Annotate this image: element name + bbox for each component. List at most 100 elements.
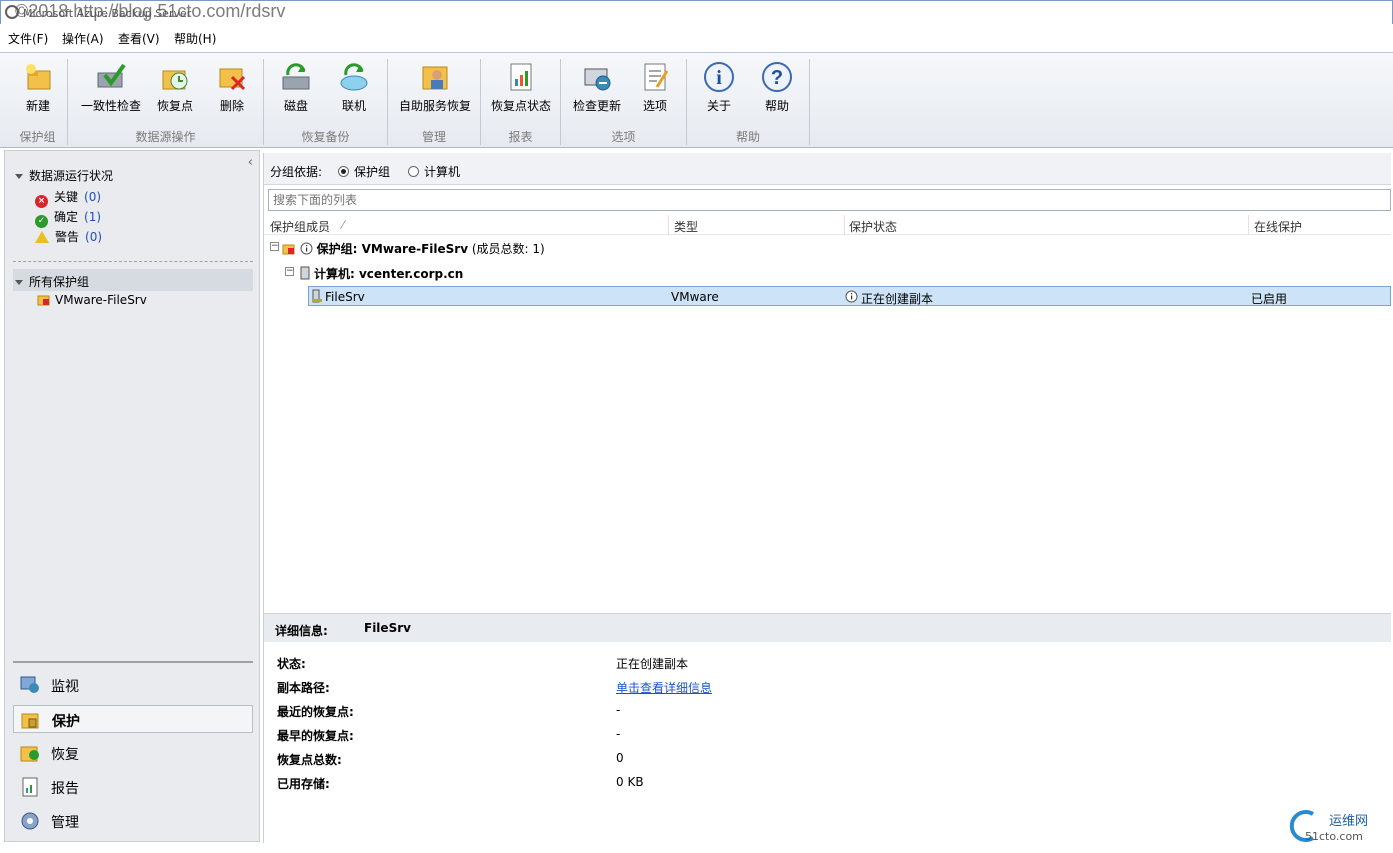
online-button[interactable]: 联机 — [332, 61, 376, 114]
details-title-label: 详细信息: — [275, 624, 328, 638]
online-backup-icon — [338, 61, 370, 93]
main-content: 分组依据: 保护组 计算机 保护组成员 ⁄ 类型 保护状态 在线保护 − 保护组… — [263, 153, 1391, 843]
group-by-bar: 分组依据: 保护组 计算机 — [264, 153, 1391, 185]
ribbon-group-reports: 恢复点状态 报表 — [481, 59, 561, 145]
group-by-protection-group-option[interactable]: 保护组 — [338, 163, 390, 180]
self-service-recovery-button[interactable]: 自助服务恢复 — [396, 61, 474, 114]
detail-total-recovery-points-label: 恢复点总数: — [277, 753, 342, 767]
details-pane: 详细信息: FileSrv 状态: 正在创建副本 副本路径: 单击查看详细信息 … — [264, 613, 1391, 843]
protection-icon — [21, 713, 39, 729]
datasource-health-header[interactable]: 数据源运行状况 — [15, 167, 113, 184]
delete-label: 删除 — [219, 99, 244, 113]
all-groups-row: 所有保护组 — [15, 273, 89, 290]
recovery-icon — [20, 746, 39, 762]
delete-button[interactable]: 删除 — [210, 61, 254, 114]
menu-action[interactable]: 操作(A) — [62, 30, 104, 47]
help-button[interactable]: ? 帮助 — [757, 61, 797, 114]
recovery-point-label: 恢复点 — [156, 99, 193, 113]
disk-button[interactable]: 磁盘 — [274, 61, 318, 114]
new-button[interactable]: 新建 — [12, 61, 64, 114]
detail-replica-path-link[interactable]: 单击查看详细信息 — [616, 679, 712, 696]
computer-row[interactable]: 计算机: vcenter.corp.cn — [300, 265, 463, 282]
nav-reports-label: 报告 — [51, 781, 79, 797]
menu-help[interactable]: 帮助(H) — [174, 30, 216, 47]
menu-view[interactable]: 查看(V) — [118, 30, 160, 47]
member-protection-status: 正在创建副本 — [861, 292, 934, 306]
about-icon: i — [703, 61, 735, 93]
nav-monitor-label: 监视 — [51, 679, 79, 695]
ribbon-group-datasource: 一致性检查 恢复点 删除 数据源操作 — [68, 59, 264, 145]
protection-group-icon — [282, 244, 295, 255]
health-critical-label: 关键 — [54, 190, 79, 204]
nav-recovery[interactable]: 恢复 — [13, 739, 253, 767]
info-icon — [845, 290, 858, 303]
options-label: 选项 — [642, 99, 667, 113]
about-button[interactable]: i 关于 — [699, 61, 739, 114]
protection-group-icon — [37, 295, 50, 306]
ribbon-group-options: 检查更新 选项 选项 — [561, 59, 687, 145]
recovery-point-status-icon — [505, 61, 537, 93]
protection-group-row[interactable]: 保护组: VMware-FileSrv (成员总数: 1) — [282, 240, 545, 257]
title-bar: Microsoft Azure Backup Server ©2018 http… — [0, 0, 1393, 24]
member-row-selected[interactable]: FileSrv VMware 正在创建副本 已启用 — [308, 286, 1391, 306]
nav-reports[interactable]: 报告 — [13, 773, 253, 801]
col-online-protection[interactable]: 在线保护 — [1254, 218, 1302, 235]
site-logo: 运维网 51cto.com — [1287, 806, 1391, 850]
col-type[interactable]: 类型 — [674, 218, 698, 235]
recovery-point-status-button[interactable]: 恢复点状态 — [487, 61, 555, 114]
health-critical-item[interactable]: × 关键 (0) — [35, 188, 101, 208]
check-update-button[interactable]: 检查更新 — [569, 61, 625, 114]
col-divider[interactable] — [844, 215, 845, 235]
all-groups-title: 所有保护组 — [29, 275, 90, 289]
group-row-name: VMware-FileSrv — [361, 242, 469, 256]
help-icon: ? — [761, 61, 793, 93]
nav-protection[interactable]: 保护 — [13, 705, 253, 733]
detail-storage-used-value: 0 KB — [616, 775, 644, 789]
detail-status-value: 正在创建副本 — [616, 657, 689, 671]
datasource-health-title: 数据源运行状况 — [29, 169, 114, 183]
collapse-computer-button[interactable]: − — [285, 267, 294, 276]
col-protection-status[interactable]: 保护状态 — [849, 218, 897, 235]
search-input[interactable] — [268, 189, 1391, 211]
recovery-point-button[interactable]: 恢复点 — [152, 61, 198, 114]
watermark: ©2018 http://blog.51cto.com/rdsrv — [15, 1, 286, 21]
protection-group-item[interactable]: VMware-FileSrv — [37, 293, 147, 307]
menu-file[interactable]: 文件(F) — [8, 30, 48, 47]
consistency-check-button[interactable]: 一致性检查 — [76, 61, 146, 114]
details-header: 详细信息: FileSrv — [264, 614, 1391, 642]
consistency-check-label: 一致性检查 — [80, 99, 141, 113]
collapse-pane-icon[interactable]: ‹ — [248, 155, 253, 170]
delete-icon — [216, 61, 248, 93]
member-online-protection: 已启用 — [1251, 292, 1288, 306]
svg-text:i: i — [716, 67, 722, 89]
options-icon — [639, 61, 671, 93]
group-by-label: 分组依据: — [270, 165, 323, 179]
nav-monitor[interactable]: 监视 — [13, 671, 253, 699]
detail-total-recovery-points-value: 0 — [616, 751, 624, 765]
ribbon-group-help: i 关于 ? 帮助 帮助 — [687, 59, 810, 145]
health-ok-label: 确定 — [54, 210, 79, 224]
health-ok-item[interactable]: ✓ 确定 (1) — [35, 208, 101, 228]
nav-management-label: 管理 — [51, 815, 79, 831]
help-label: 帮助 — [764, 99, 789, 113]
group-by-computer-option[interactable]: 计算机 — [408, 163, 460, 180]
group-label: 保护组 — [19, 130, 56, 144]
col-divider[interactable] — [1248, 215, 1249, 235]
nav-management[interactable]: 管理 — [13, 807, 253, 835]
col-divider[interactable] — [668, 215, 669, 235]
all-protection-groups-header[interactable]: 所有保护组 — [13, 269, 253, 291]
member-name: FileSrv — [325, 290, 365, 304]
col-member[interactable]: 保护组成员 — [270, 218, 330, 235]
management-icon — [21, 812, 39, 830]
about-label: 关于 — [706, 99, 731, 113]
logo-text-primary: 运维网 — [1329, 814, 1369, 829]
protection-group-name: VMware-FileSrv — [55, 293, 147, 307]
new-group-icon — [22, 61, 54, 93]
collapse-group-button[interactable]: − — [270, 242, 279, 251]
recovery-point-status-label: 恢复点状态 — [490, 99, 551, 113]
info-icon — [300, 242, 313, 255]
self-service-recovery-icon — [419, 61, 451, 93]
options-button[interactable]: 选项 — [635, 61, 675, 114]
monitor-icon — [20, 676, 39, 693]
health-warning-item[interactable]: 警告 (0) — [35, 228, 102, 245]
